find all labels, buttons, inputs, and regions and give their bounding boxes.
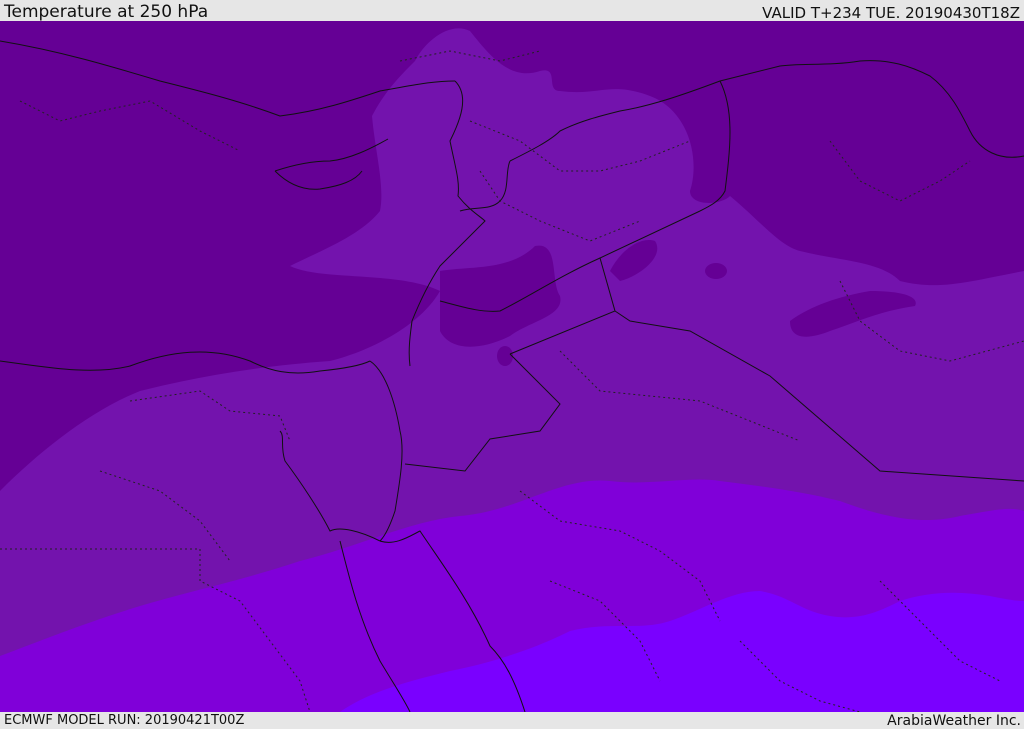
- valid-time: VALID T+234 TUE. 20190430T18Z: [762, 4, 1020, 22]
- cold-pocket-dot: [705, 263, 727, 279]
- credit-label: ArabiaWeather Inc.: [887, 713, 1021, 729]
- model-run-label: ECMWF MODEL RUN: 20190421T00Z: [4, 713, 245, 728]
- header-bar: Temperature at 250 hPa VALID T+234 TUE. …: [0, 0, 1024, 22]
- temperature-map[interactable]: [0, 21, 1024, 712]
- map-title: Temperature at 250 hPa: [4, 2, 209, 22]
- map-canvas: [0, 21, 1024, 712]
- cold-pocket-dot-2: [497, 346, 513, 366]
- footer-bar: ECMWF MODEL RUN: 20190421T00Z ArabiaWeat…: [0, 712, 1024, 729]
